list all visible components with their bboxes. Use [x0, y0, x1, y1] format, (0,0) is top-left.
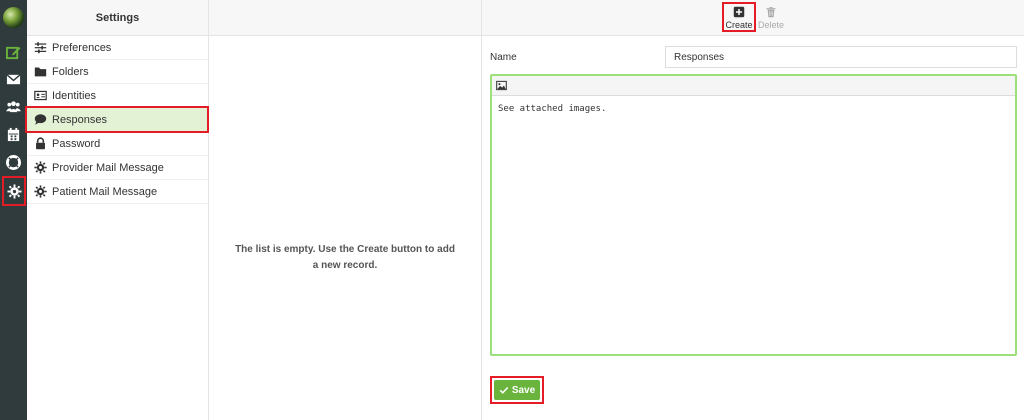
calendar-icon: [7, 127, 20, 141]
envelope-icon: [6, 73, 21, 84]
gear-icon: [6, 183, 22, 199]
settings-item-responses[interactable]: Responses: [25, 106, 209, 133]
settings-item-provider-mail-message[interactable]: Provider Mail Message: [27, 156, 208, 180]
settings-item-identities[interactable]: Identities: [27, 84, 208, 108]
compose-button[interactable]: [0, 40, 27, 64]
folder-icon: [33, 65, 47, 79]
plus-square-icon: [733, 6, 745, 18]
save-label: Save: [511, 384, 536, 396]
settings-button[interactable]: [2, 176, 26, 206]
settings-title: Settings: [27, 0, 208, 36]
help-button[interactable]: [0, 150, 27, 174]
lock-icon: [33, 137, 47, 151]
response-body-text[interactable]: See attached images.: [492, 96, 1015, 122]
settings-item-folders[interactable]: Folders: [27, 60, 208, 84]
save-button-frame: Save: [490, 376, 544, 404]
mail-button[interactable]: [0, 67, 27, 91]
create-button[interactable]: Create: [722, 2, 756, 32]
list-header: [209, 0, 481, 36]
name-label: Name: [490, 52, 517, 63]
settings-item-label: Provider Mail Message: [52, 161, 164, 174]
name-input[interactable]: [665, 46, 1017, 68]
image-icon[interactable]: [496, 80, 507, 91]
gear-icon: [33, 185, 47, 199]
delete-button[interactable]: Delete: [758, 2, 784, 30]
empty-list-message: The list is empty. Use the Create button…: [235, 244, 455, 271]
settings-panel: Settings Preferences Folders Identities …: [25, 0, 209, 420]
delete-label: Delete: [758, 20, 785, 30]
settings-item-label: Identities: [52, 89, 97, 102]
trash-icon: [766, 7, 776, 18]
settings-item-patient-mail-message[interactable]: Patient Mail Message: [27, 180, 208, 204]
response-editor: Create Delete Name See attached images. …: [482, 0, 1024, 420]
records-list: The list is empty. Use the Create button…: [209, 0, 482, 420]
settings-item-label: Password: [52, 137, 101, 150]
save-button[interactable]: Save: [494, 380, 540, 400]
calendar-button[interactable]: [0, 122, 27, 146]
gear-icon: [33, 161, 47, 175]
id-card-icon: [33, 89, 47, 103]
settings-item-label: Responses: [52, 113, 108, 126]
create-label: Create: [725, 20, 753, 30]
app-logo: [3, 7, 24, 28]
response-body-editor[interactable]: See attached images.: [490, 74, 1017, 356]
comment-icon: [33, 113, 47, 127]
settings-item-password[interactable]: Password: [27, 132, 208, 156]
settings-menu: Preferences Folders Identities Responses…: [25, 36, 209, 204]
settings-item-label: Patient Mail Message: [52, 185, 158, 198]
contacts-button[interactable]: [0, 94, 27, 118]
settings-item-label: Preferences: [52, 41, 112, 54]
lifebuoy-icon: [6, 154, 21, 170]
editor-toolbar: Create Delete: [482, 0, 1024, 36]
settings-item-preferences[interactable]: Preferences: [27, 36, 208, 60]
users-icon: [6, 100, 21, 112]
compose-icon: [6, 46, 21, 59]
editor-format-toolbar: [492, 76, 1015, 96]
check-icon: [499, 386, 509, 394]
settings-item-label: Folders: [52, 65, 89, 78]
sliders-icon: [33, 41, 47, 55]
app-rail: [0, 0, 27, 420]
